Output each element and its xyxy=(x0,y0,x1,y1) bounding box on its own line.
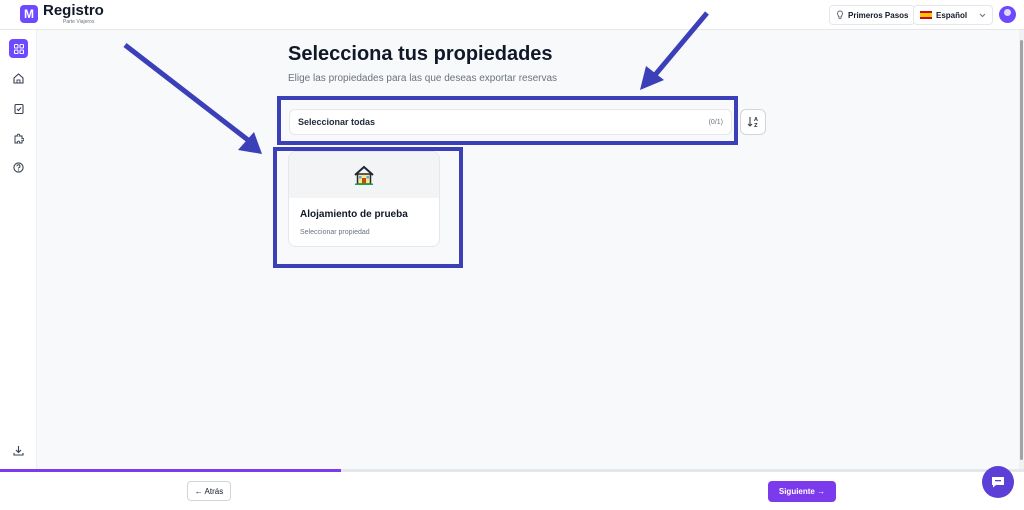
footer xyxy=(0,472,1024,510)
back-button[interactable]: ← Atrás xyxy=(187,481,231,501)
chat-icon xyxy=(992,477,1004,488)
annotation-arrows xyxy=(123,11,709,154)
chat-button[interactable] xyxy=(982,466,1014,498)
arrow-line-left xyxy=(123,43,250,142)
arrow-line-right xyxy=(653,11,709,77)
next-button[interactable]: Siguiente → xyxy=(768,481,836,502)
